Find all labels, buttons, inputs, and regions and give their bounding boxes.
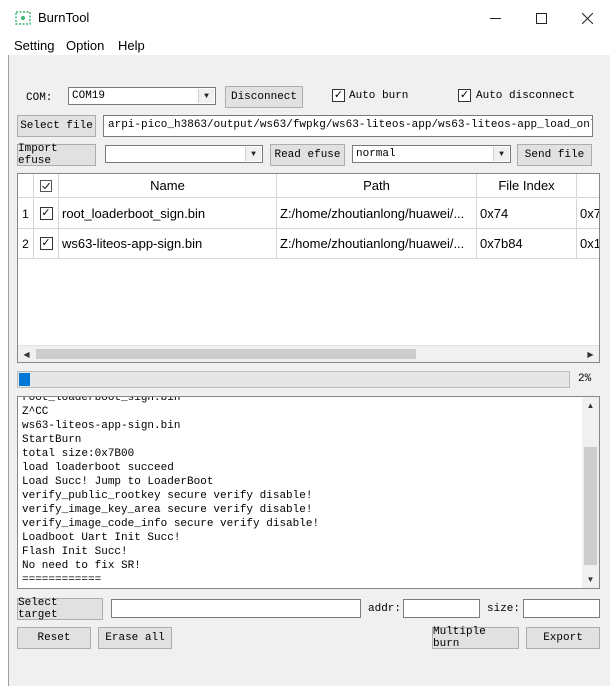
log-line: ws63-liteos-app-sign.bin	[22, 420, 181, 432]
com-port-select[interactable]: COM19 ▼	[68, 87, 216, 105]
minimize-icon	[489, 17, 501, 19]
select-all-header[interactable]	[34, 174, 59, 198]
file-table: Name Path File Index 1 ✓ root_loaderboot…	[17, 173, 600, 363]
log-line: No need to fix SR!	[22, 560, 141, 572]
log-line: verify_image_key_area secure verify disa…	[22, 504, 313, 516]
file-path-field[interactable]: arpi-pico_h3863/output/ws63/fwpkg/ws63-l…	[103, 115, 593, 137]
import-efuse-button[interactable]: Import efuse	[17, 143, 96, 167]
maximize-icon	[535, 12, 547, 24]
dropdown-arrow-icon: ▼	[493, 147, 509, 161]
row-number: 1	[18, 199, 34, 229]
row-header-corner	[18, 174, 34, 198]
scroll-right-icon[interactable]: ▶	[582, 346, 599, 362]
row-checkbox[interactable]: ✓	[39, 237, 53, 250]
log-line: StartBurn	[22, 434, 82, 446]
dropdown-arrow-icon: ▼	[245, 147, 261, 161]
background-window-strip	[0, 55, 8, 686]
log-output[interactable]: root_loaderboot_sign.bin Z^CC ws63-liteos-…	[17, 396, 600, 589]
row-number: 2	[18, 229, 34, 259]
log-line: verify_image_code_info secure verify dis…	[22, 518, 320, 530]
com-port-value: COM19	[72, 90, 106, 102]
read-efuse-button[interactable]: Read efuse	[270, 144, 345, 166]
table-cell-path: Z:/home/zhoutianlong/huawei/...	[277, 229, 477, 259]
log-line: Loadboot Uart Init Succ!	[22, 532, 181, 544]
select-all-checkbox-icon	[40, 179, 52, 192]
log-vertical-scrollbar[interactable]: ▲ ▼	[582, 397, 599, 588]
progress-fill	[19, 373, 31, 386]
table-cell-file-index: 0x7b84	[477, 229, 577, 259]
app-logo-icon	[15, 11, 31, 25]
size-label: size:	[487, 603, 521, 615]
log-line: Z^CC	[22, 406, 49, 418]
title-bar: BurnTool	[0, 0, 610, 36]
disconnect-button[interactable]: Disconnect	[225, 86, 303, 108]
scrollbar-thumb[interactable]	[584, 447, 597, 565]
column-header-path[interactable]: Path	[277, 174, 477, 198]
addr-field[interactable]	[403, 599, 480, 618]
scroll-down-icon[interactable]: ▼	[582, 571, 599, 588]
menu-help[interactable]: Help	[118, 38, 145, 53]
auto-disconnect-checkbox[interactable]: ✓	[458, 89, 471, 102]
auto-burn-checkbox[interactable]: ✓	[332, 89, 345, 102]
column-header-file-index[interactable]: File Index	[477, 174, 577, 198]
table-row-checkbox-cell: ✓	[34, 229, 59, 259]
log-lines: root_loaderboot_sign.bin Z^CC ws63-liteos-…	[22, 396, 320, 587]
close-button[interactable]	[564, 0, 610, 36]
burn-progress-bar	[17, 371, 570, 388]
table-cell-path: Z:/home/zhoutianlong/huawei/...	[277, 199, 477, 229]
table-cell-file-index: 0x74	[477, 199, 577, 229]
auto-disconnect-label: Auto disconnect	[476, 90, 576, 102]
send-file-button[interactable]: Send file	[517, 144, 592, 166]
window-title: BurnTool	[38, 10, 90, 25]
log-line: ============	[22, 574, 102, 586]
efuse-select[interactable]: ▼	[105, 145, 263, 163]
table-row-checkbox-cell: ✓	[34, 199, 59, 229]
export-button[interactable]: Export	[526, 627, 600, 649]
auto-burn-label: Auto burn	[349, 90, 409, 102]
addr-label: addr:	[368, 603, 402, 615]
scroll-up-icon[interactable]: ▲	[582, 397, 599, 414]
table-horizontal-scrollbar[interactable]: ◀ ▶	[18, 345, 599, 362]
scroll-left-icon[interactable]: ◀	[18, 346, 35, 362]
reset-button[interactable]: Reset	[17, 627, 91, 649]
scrollbar-thumb[interactable]	[36, 349, 416, 359]
progress-percent-label: 2%	[578, 373, 592, 385]
burn-mode-select[interactable]: normal ▼	[352, 145, 511, 163]
log-line: root_loaderboot_sign.bin	[22, 396, 181, 404]
erase-all-button[interactable]: Erase all	[98, 627, 172, 649]
column-header-name[interactable]: Name	[59, 174, 277, 198]
menu-option[interactable]: Option	[66, 38, 104, 53]
com-label: COM:	[26, 92, 53, 104]
row-checkbox[interactable]: ✓	[39, 207, 53, 220]
log-line: load loaderboot succeed	[22, 462, 174, 474]
table-cell-name: root_loaderboot_sign.bin	[59, 199, 277, 229]
maximize-button[interactable]	[518, 0, 564, 36]
column-header-extra	[577, 174, 599, 198]
burn-mode-value: normal	[356, 148, 396, 160]
log-line: total size:0x7B00	[22, 448, 135, 460]
dropdown-arrow-icon: ▼	[198, 89, 214, 103]
menu-bar: Setting Option Help	[0, 36, 610, 55]
size-field[interactable]	[523, 599, 600, 618]
menu-setting[interactable]: Setting	[14, 38, 54, 53]
log-line: verify_public_rootkey secure verify disa…	[22, 490, 313, 502]
table-cell-extra: 0x7	[577, 199, 599, 229]
log-line: Flash Init Succ!	[22, 546, 128, 558]
select-file-button[interactable]: Select file	[17, 115, 96, 137]
log-line: Load Succ! Jump to LoaderBoot	[22, 476, 214, 488]
table-cell-name: ws63-liteos-app-sign.bin	[59, 229, 277, 259]
target-field[interactable]	[111, 599, 361, 618]
multiple-burn-button[interactable]: Multiple burn	[432, 626, 519, 650]
table-cell-extra: 0x1	[577, 229, 599, 259]
close-icon	[581, 12, 593, 24]
minimize-button[interactable]	[472, 0, 518, 36]
select-target-button[interactable]: Select target	[17, 597, 103, 621]
